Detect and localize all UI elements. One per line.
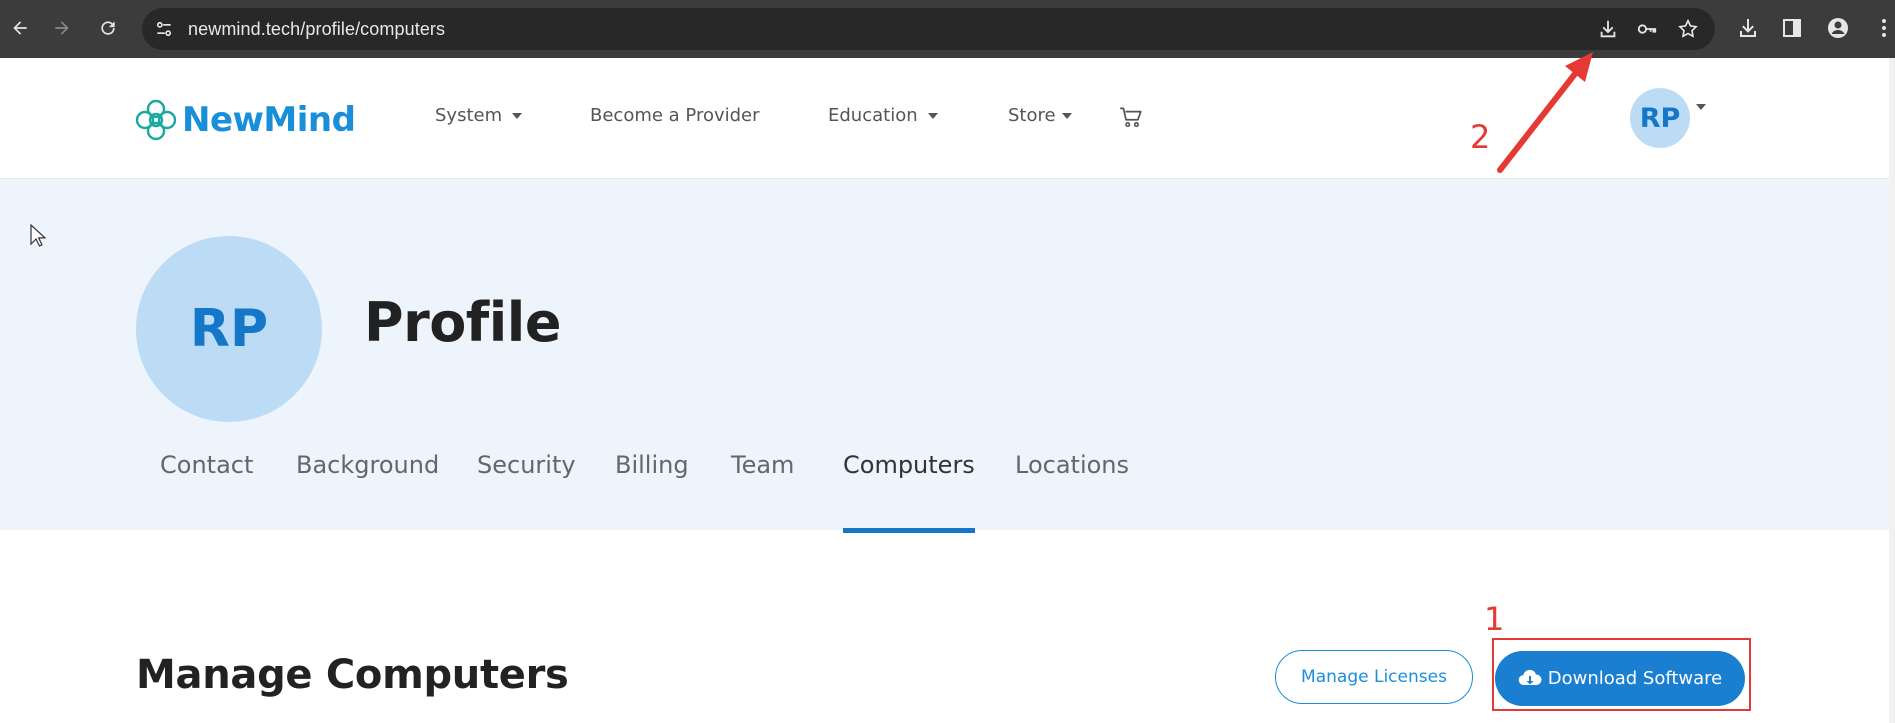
nav-store-label: Store [1008, 105, 1056, 126]
tab-team[interactable]: Team [731, 451, 794, 530]
site-header: NewMind System Become a Provider Educati… [0, 58, 1895, 179]
tab-computers[interactable]: Computers [843, 451, 975, 533]
profile-tabs: Contact Background Security Billing Team… [0, 451, 1895, 533]
menu-icon[interactable] [1872, 16, 1895, 40]
nav-become-provider[interactable]: Become a Provider [590, 105, 760, 126]
chevron-down-icon [927, 112, 938, 119]
tab-locations[interactable]: Locations [1015, 451, 1129, 530]
reload-icon [101, 21, 115, 35]
address-bar[interactable]: newmind.tech/profile/computers [142, 8, 1715, 50]
annotation-arrow-icon [1497, 52, 1593, 173]
back-button[interactable] [6, 14, 34, 42]
tab-security[interactable]: Security [477, 451, 576, 530]
back-icon [13, 21, 27, 35]
chevron-down-icon [1061, 112, 1072, 119]
nav-education-label: Education [828, 105, 918, 126]
side-panel-icon[interactable] [1780, 16, 1804, 40]
reload-button[interactable] [94, 14, 122, 42]
bookmark-star-icon[interactable] [1677, 18, 1699, 40]
profile-icon[interactable] [1826, 16, 1850, 40]
profile-avatar: RP [136, 236, 322, 422]
forward-button[interactable] [48, 14, 76, 42]
user-avatar-button[interactable]: RP [1630, 88, 1690, 148]
annotation-step-1: 1 [1484, 600, 1505, 638]
logo-text: NewMind [182, 100, 356, 140]
tab-billing[interactable]: Billing [615, 451, 689, 530]
nav-store[interactable]: Store [1008, 105, 1072, 126]
password-key-icon[interactable] [1636, 18, 1658, 40]
profile-hero: RP Profile Contact Background Security B… [0, 179, 1895, 533]
tab-contact[interactable]: Contact [160, 451, 253, 530]
tab-background[interactable]: Background [296, 451, 439, 530]
nav-education[interactable]: Education [828, 105, 938, 126]
downloads-icon[interactable] [1736, 16, 1760, 40]
nav-system-label: System [435, 105, 503, 126]
chevron-down-icon [512, 112, 523, 119]
page-title: Profile [364, 291, 561, 354]
nav-provider-label: Become a Provider [590, 105, 760, 126]
annotation-highlight-box [1492, 638, 1751, 711]
download-page-icon[interactable] [1597, 18, 1619, 40]
forward-icon [55, 21, 69, 35]
page-scrollbar[interactable] [1889, 58, 1895, 723]
section-title: Manage Computers [136, 652, 569, 698]
chevron-down-icon[interactable] [1696, 104, 1706, 110]
url-text: newmind.tech/profile/computers [188, 19, 446, 39]
shopping-cart-icon[interactable] [1118, 104, 1144, 130]
browser-toolbar: newmind.tech/profile/computers [0, 0, 1895, 59]
manage-licenses-button[interactable]: Manage Licenses [1275, 650, 1473, 704]
site-settings-icon[interactable] [154, 19, 174, 39]
brain-logo-icon [135, 99, 177, 141]
mouse-cursor-icon [30, 224, 46, 247]
newmind-logo[interactable]: NewMind [134, 98, 356, 142]
nav-system[interactable]: System [435, 105, 523, 126]
